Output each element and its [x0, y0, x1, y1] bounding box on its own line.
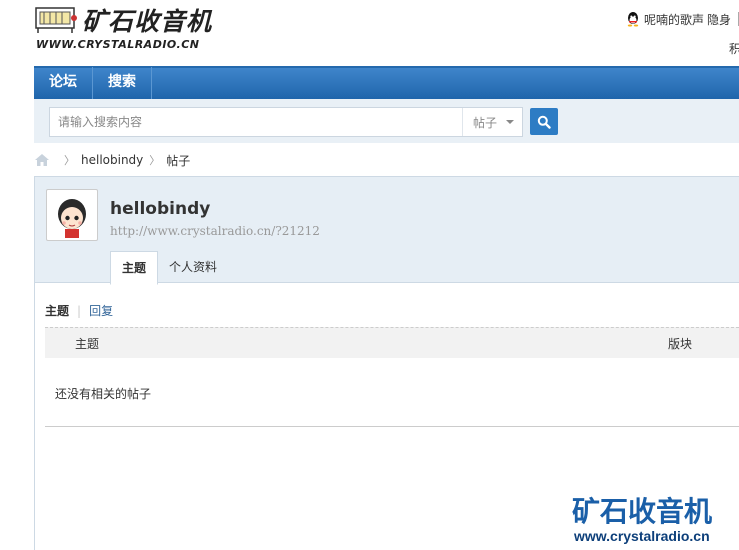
site-logo[interactable]: 矿石收音机 WWW.CRYSTALRADIO.CN	[34, 2, 224, 52]
search-input[interactable]	[50, 108, 462, 136]
subtabs: 主题 | 回复	[45, 302, 113, 319]
subtab-separator: |	[77, 303, 82, 318]
qq-icon	[627, 12, 639, 27]
breadcrumb: 〉 hellobindy 〉 帖子	[34, 150, 190, 170]
avatar-image	[49, 192, 95, 238]
column-header-topic: 主题	[75, 336, 100, 351]
profile-username: hellobindy	[110, 199, 211, 219]
search-box: 帖子	[49, 107, 523, 137]
search-type-label: 帖子	[473, 115, 498, 130]
divider	[45, 426, 739, 427]
nav-item-search[interactable]: 搜索	[93, 67, 152, 100]
user-area: 呢喃的歌声 隐身	[625, 10, 739, 28]
profile-panel: hellobindy http://www.crystalradio.cn/?2…	[34, 176, 739, 285]
tab-profile[interactable]: 个人资料	[158, 251, 228, 284]
logo-text-cn: 矿石收音机	[82, 7, 213, 36]
breadcrumb-separator: 〉	[149, 154, 161, 167]
username-link[interactable]: 呢喃的歌声	[644, 11, 704, 28]
empty-message: 还没有相关的帖子	[55, 387, 152, 401]
subtab-topics[interactable]: 主题	[45, 302, 69, 319]
nav-item-forum[interactable]: 论坛	[34, 67, 93, 100]
home-icon[interactable]	[34, 153, 50, 167]
search-button[interactable]	[530, 108, 558, 135]
logo-text-url: WWW.CRYSTALRADIO.CN	[36, 38, 200, 51]
user-extra-link[interactable]: 积	[729, 40, 739, 57]
search-type-select[interactable]: 帖子	[462, 108, 522, 136]
subtab-replies[interactable]: 回复	[89, 302, 113, 319]
radio-logo-icon	[35, 7, 77, 33]
table-header: 主题 版块	[45, 327, 739, 358]
main-nav: 论坛 搜索	[34, 66, 739, 100]
breadcrumb-current: 帖子	[166, 153, 191, 168]
profile-tabs: 主题 个人资料	[110, 251, 228, 285]
chevron-down-icon	[506, 120, 514, 124]
watermark-text-cn: 矿石收音机	[572, 495, 713, 528]
watermark: 矿石收音机 www.crystalradio.cn	[572, 490, 739, 548]
breadcrumb-user[interactable]: hellobindy	[81, 153, 143, 167]
tab-topics[interactable]: 主题	[110, 251, 159, 285]
search-icon	[537, 115, 551, 129]
profile-url[interactable]: http://www.crystalradio.cn/?21212	[110, 224, 320, 238]
avatar[interactable]	[46, 189, 98, 241]
breadcrumb-separator: 〉	[64, 154, 75, 167]
watermark-text-url: www.crystalradio.cn	[574, 528, 710, 544]
column-header-forum: 版块	[668, 336, 693, 351]
search-bar: 帖子	[34, 99, 739, 143]
invisible-status[interactable]: 隐身	[707, 11, 731, 28]
content-border	[34, 283, 35, 550]
